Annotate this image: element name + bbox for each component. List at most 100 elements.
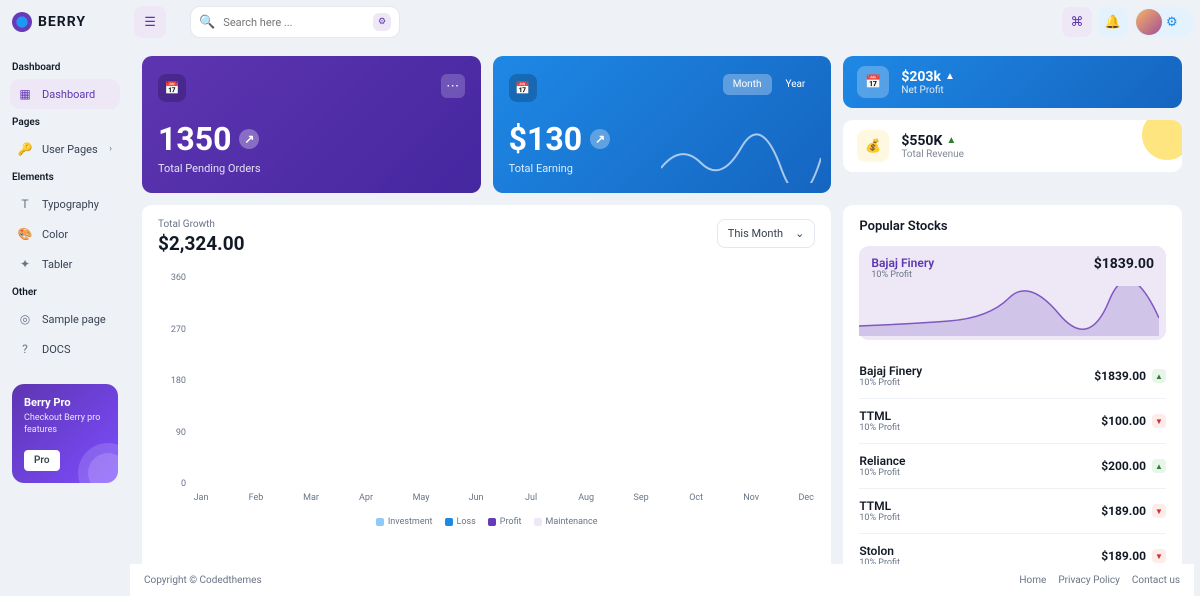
- avatar: [1136, 9, 1162, 35]
- pending-orders-card: 📅 ⋯ 1350 ↗ Total Pending Orders: [142, 56, 481, 193]
- nav-item-sample[interactable]: ◎ Sample page: [10, 304, 120, 334]
- nav-section-other: Other: [12, 287, 118, 298]
- nav-label: DOCS: [42, 343, 70, 356]
- trend-down-icon: ▼: [1152, 504, 1166, 518]
- stock-value: $100.00: [1101, 414, 1146, 428]
- toggle-year[interactable]: Year: [776, 74, 816, 95]
- nav-section-pages: Pages: [12, 117, 118, 128]
- nav-item-typography[interactable]: T Typography: [10, 189, 120, 219]
- nav-item-docs[interactable]: ? DOCS: [10, 334, 120, 364]
- pro-card: Berry Pro Checkout Berry pro features Pr…: [12, 384, 118, 483]
- typography-icon: T: [18, 197, 32, 211]
- dots-icon: ⋯: [446, 79, 459, 94]
- main: 📅 ⋯ 1350 ↗ Total Pending Orders 📅 Month Y…: [130, 44, 1194, 564]
- card-menu-button[interactable]: ⋯: [441, 74, 465, 98]
- nav-item-color[interactable]: 🎨 Color: [10, 219, 120, 249]
- stock-name: Stolon: [859, 544, 900, 558]
- pro-button[interactable]: Pro: [24, 450, 60, 471]
- period-label: This Month: [728, 227, 783, 240]
- featured-stock[interactable]: Bajaj Finery 10% Profit $1839.00: [859, 246, 1166, 340]
- earning-card: 📅 Month Year $130↗ Total Earning: [493, 56, 832, 193]
- growth-title: Total Growth: [158, 219, 245, 230]
- nav-section-elements: Elements: [12, 172, 118, 183]
- chart-legend: InvestmentLossProfitMaintenance: [158, 517, 815, 527]
- stock-value: $189.00: [1101, 504, 1146, 518]
- pending-value: 1350: [158, 120, 231, 158]
- nav-item-user-pages[interactable]: 🔑 User Pages ›: [10, 134, 120, 164]
- trend-up-icon: ↗: [590, 129, 610, 149]
- footer-contact[interactable]: Contact us: [1132, 575, 1180, 586]
- menu-icon: ☰: [144, 15, 156, 30]
- revenue-value: $550K: [901, 133, 942, 149]
- sidebar: Dashboard ▦ Dashboard Pages 🔑 User Pages…: [6, 44, 124, 596]
- period-selector[interactable]: This Month ⌄: [717, 219, 816, 248]
- trend-up-icon: ▲: [1152, 459, 1166, 473]
- stocks-panel: Popular Stocks Bajaj Finery 10% Profit $…: [843, 205, 1182, 564]
- logo[interactable]: BERRY: [12, 12, 86, 32]
- featured-name: Bajaj Finery: [871, 256, 934, 270]
- sparkline: [661, 133, 821, 183]
- nav-label: Typography: [42, 198, 99, 211]
- stock-row[interactable]: Reliance10% Profit$200.00▲: [859, 444, 1166, 489]
- command-icon: ⌘: [1071, 15, 1084, 30]
- nav-item-dashboard[interactable]: ▦ Dashboard: [10, 79, 120, 109]
- growth-panel: Total Growth $2,324.00 This Month ⌄ 3602…: [142, 205, 831, 564]
- footer-home[interactable]: Home: [1019, 575, 1046, 586]
- profit-value: $203k: [901, 69, 941, 85]
- nav-label: User Pages: [42, 143, 98, 156]
- footer-privacy[interactable]: Privacy Policy: [1058, 575, 1120, 586]
- stock-profit: 10% Profit: [859, 423, 900, 433]
- stock-row[interactable]: TTML10% Profit$189.00▼: [859, 489, 1166, 534]
- featured-value: $1839.00: [1094, 256, 1154, 272]
- stock-profit: 10% Profit: [859, 468, 905, 478]
- menu-toggle-button[interactable]: ☰: [134, 6, 166, 38]
- pending-label: Total Pending Orders: [158, 162, 465, 175]
- footer: Copyright © Codedthemes Home Privacy Pol…: [130, 564, 1194, 596]
- growth-value: $2,324.00: [158, 232, 245, 255]
- logo-icon: [12, 12, 32, 32]
- stock-value: $200.00: [1101, 459, 1146, 473]
- gear-icon: ⚙: [1166, 15, 1178, 30]
- search-input[interactable]: [223, 16, 365, 29]
- search-shortcut-icon[interactable]: ⚙: [373, 13, 391, 31]
- pro-title: Berry Pro: [24, 396, 106, 409]
- earning-value: $130: [509, 120, 582, 158]
- stock-row[interactable]: TTML10% Profit$100.00▼: [859, 399, 1166, 444]
- stock-name: Bajaj Finery: [859, 364, 922, 378]
- trend-down-icon: ▼: [1152, 549, 1166, 563]
- decoration: [1142, 120, 1182, 160]
- search-icon: 🔍: [199, 15, 215, 30]
- stocks-title: Popular Stocks: [859, 219, 1166, 234]
- search-box[interactable]: 🔍 ⚙: [190, 6, 400, 38]
- dashboard-icon: ▦: [18, 87, 32, 101]
- stock-profit: 10% Profit: [859, 378, 922, 388]
- stock-name: TTML: [859, 499, 900, 513]
- palette-icon: 🎨: [18, 227, 32, 241]
- stock-row[interactable]: Bajaj Finery10% Profit$1839.00▲: [859, 354, 1166, 399]
- trend-up-icon: ▲: [945, 71, 955, 82]
- nav-label: Dashboard: [42, 88, 95, 101]
- copyright: Copyright © Codedthemes: [144, 575, 262, 586]
- nav-section-dashboard: Dashboard: [12, 62, 118, 73]
- nav-label: Sample page: [42, 313, 106, 326]
- trend-up-icon: ▲: [946, 135, 956, 146]
- shortcut-button[interactable]: ⌘: [1062, 7, 1092, 37]
- calendar-icon: 📅: [158, 74, 186, 102]
- stock-sparkline: [859, 286, 1159, 336]
- chevron-down-icon: ⌄: [795, 227, 804, 240]
- trend-up-icon: ↗: [239, 129, 259, 149]
- net-profit-card: 📅 $203k▲ Net Profit: [843, 56, 1182, 108]
- calendar-icon: 📅: [857, 66, 889, 98]
- nav-label: Color: [42, 228, 68, 241]
- notifications-button[interactable]: 🔔: [1098, 7, 1128, 37]
- wallet-icon: 💰: [857, 130, 889, 162]
- stock-row[interactable]: Stolon10% Profit$189.00▼: [859, 534, 1166, 564]
- windmill-icon: ✦: [18, 257, 32, 271]
- trend-down-icon: ▼: [1152, 414, 1166, 428]
- pro-desc: Checkout Berry pro features: [24, 413, 106, 436]
- nav-item-tabler[interactable]: ✦ Tabler: [10, 249, 120, 279]
- profile-menu-button[interactable]: ⚙: [1134, 7, 1194, 37]
- revenue-card: 💰 $550K▲ Total Revenue: [843, 120, 1182, 172]
- brand-icon: ◎: [18, 312, 32, 326]
- toggle-month[interactable]: Month: [723, 74, 772, 95]
